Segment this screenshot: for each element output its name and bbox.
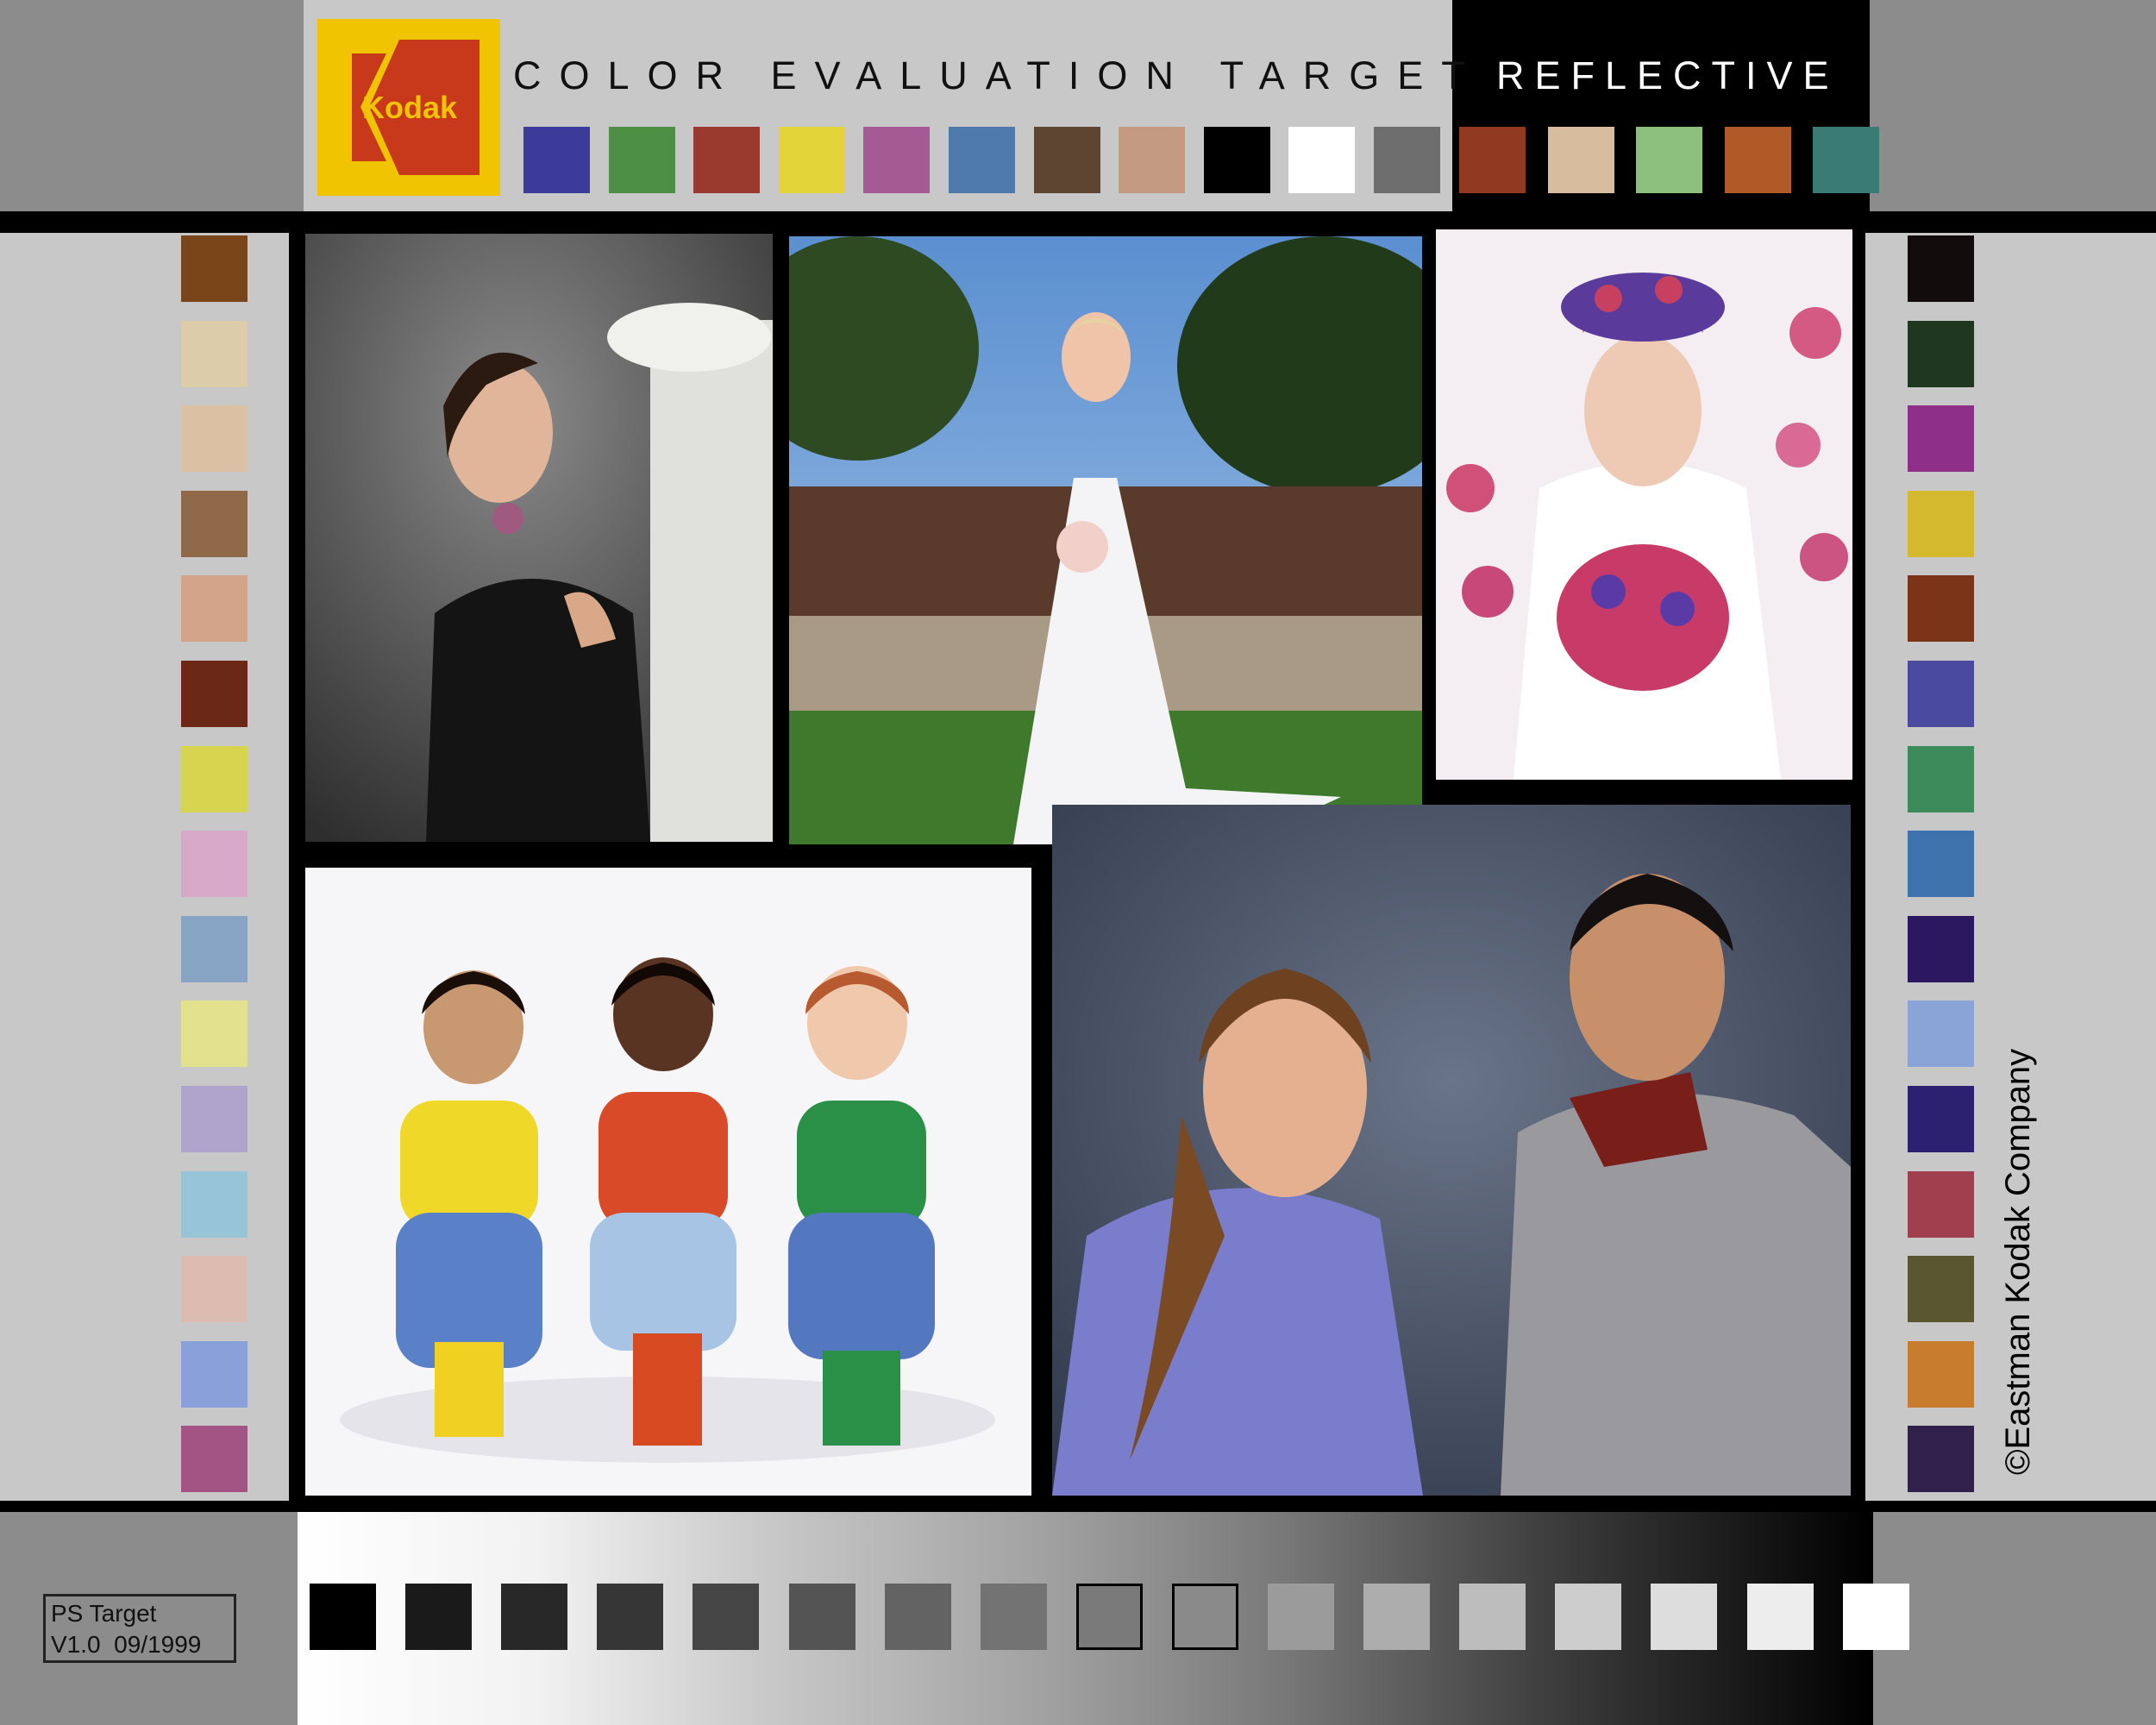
gray-step-swatch — [1268, 1584, 1334, 1650]
woman-looking-up-photo — [305, 234, 773, 842]
top-left-gray — [0, 0, 304, 211]
right-color-swatch — [1908, 915, 1974, 982]
couple-portrait-photo — [1052, 805, 1851, 1496]
right-color-swatch — [1908, 1170, 1974, 1238]
top-color-swatch — [1813, 127, 1879, 193]
top-color-swatch — [778, 127, 845, 193]
page-title: COLOR EVALUATION TARGET — [513, 53, 1483, 97]
gray-step-swatch — [1171, 1584, 1238, 1650]
bride-flowers-photo — [1436, 229, 1852, 780]
right-color-swatch — [1908, 1000, 1974, 1068]
left-color-swatch — [181, 320, 248, 387]
left-color-swatch — [181, 575, 248, 643]
gray-step-swatch — [405, 1584, 473, 1650]
ps-target-label: PS Target V1.0 09/1999 — [43, 1594, 236, 1663]
top-color-swatch — [1203, 127, 1270, 193]
left-color-swatch — [181, 831, 248, 898]
top-color-swatch — [523, 127, 590, 193]
left-color-swatch — [181, 490, 248, 557]
gray-step-swatch — [693, 1584, 760, 1650]
three-girls-photo — [305, 868, 1031, 1496]
top-color-swatch — [1119, 127, 1186, 193]
top-right-gray — [1870, 0, 2156, 211]
gray-step-swatch — [1363, 1584, 1431, 1650]
page-subtitle: REFLECTIVE — [1496, 53, 1839, 97]
top-color-swatch — [693, 127, 761, 193]
gray-step-swatch — [1459, 1584, 1526, 1650]
ps-target-line1: PS Target — [51, 1600, 157, 1627]
right-color-swatch — [1908, 490, 1974, 557]
left-color-swatch — [181, 1340, 248, 1408]
gray-step-swatch — [1555, 1584, 1622, 1650]
top-color-swatch — [949, 127, 1015, 193]
gray-step-swatch — [597, 1584, 664, 1650]
top-color-swatch — [1374, 127, 1440, 193]
right-color-swatch — [1908, 1340, 1974, 1408]
top-color-swatch — [1636, 127, 1702, 193]
top-color-swatch — [1724, 127, 1791, 193]
gray-step-swatch — [310, 1584, 376, 1650]
top-color-swatch — [608, 127, 675, 193]
left-color-swatch — [181, 915, 248, 982]
gray-step-swatch — [501, 1584, 568, 1650]
left-color-swatch — [181, 405, 248, 473]
gray-step-swatch — [884, 1584, 951, 1650]
kodak-logo-text: Kodak — [362, 90, 458, 125]
left-color-swatch — [181, 1000, 248, 1068]
gray-step-swatch — [1746, 1584, 1814, 1650]
top-color-swatch — [1288, 127, 1356, 193]
left-color-swatch — [181, 1256, 248, 1323]
gray-step-swatch — [980, 1584, 1047, 1650]
left-color-swatch — [181, 745, 248, 812]
bottom-right-gray — [1873, 1512, 2156, 1725]
bride-garden-photo — [789, 236, 1422, 844]
left-color-swatch — [181, 1426, 248, 1493]
left-color-swatch — [181, 661, 248, 727]
left-color-swatch — [181, 235, 248, 302]
right-color-swatch — [1908, 831, 1974, 898]
gray-step-swatch — [1651, 1584, 1718, 1650]
kodak-logo: Kodak — [317, 19, 500, 196]
right-color-swatch — [1908, 661, 1974, 727]
gray-step-swatch — [788, 1584, 856, 1650]
gray-step-swatch — [1075, 1584, 1143, 1650]
top-color-swatch — [1459, 127, 1526, 193]
right-color-swatch — [1908, 320, 1974, 387]
ps-target-line2: V1.0 09/1999 — [51, 1631, 202, 1658]
right-color-swatch — [1908, 1426, 1974, 1493]
top-color-swatch — [863, 127, 931, 193]
right-color-swatch — [1908, 745, 1974, 812]
left-color-swatch — [181, 1086, 248, 1152]
left-color-swatch — [181, 1170, 248, 1238]
top-color-swatch — [1547, 127, 1614, 193]
right-color-swatch — [1908, 405, 1974, 473]
right-color-swatch — [1908, 235, 1974, 302]
gray-step-swatch — [1842, 1584, 1909, 1650]
right-color-swatch — [1908, 1086, 1974, 1152]
copyright-text: ©Eastman Kodak Company — [1999, 1048, 2037, 1475]
right-color-swatch — [1908, 1256, 1974, 1323]
right-color-swatch — [1908, 575, 1974, 643]
top-color-swatch — [1033, 127, 1100, 193]
